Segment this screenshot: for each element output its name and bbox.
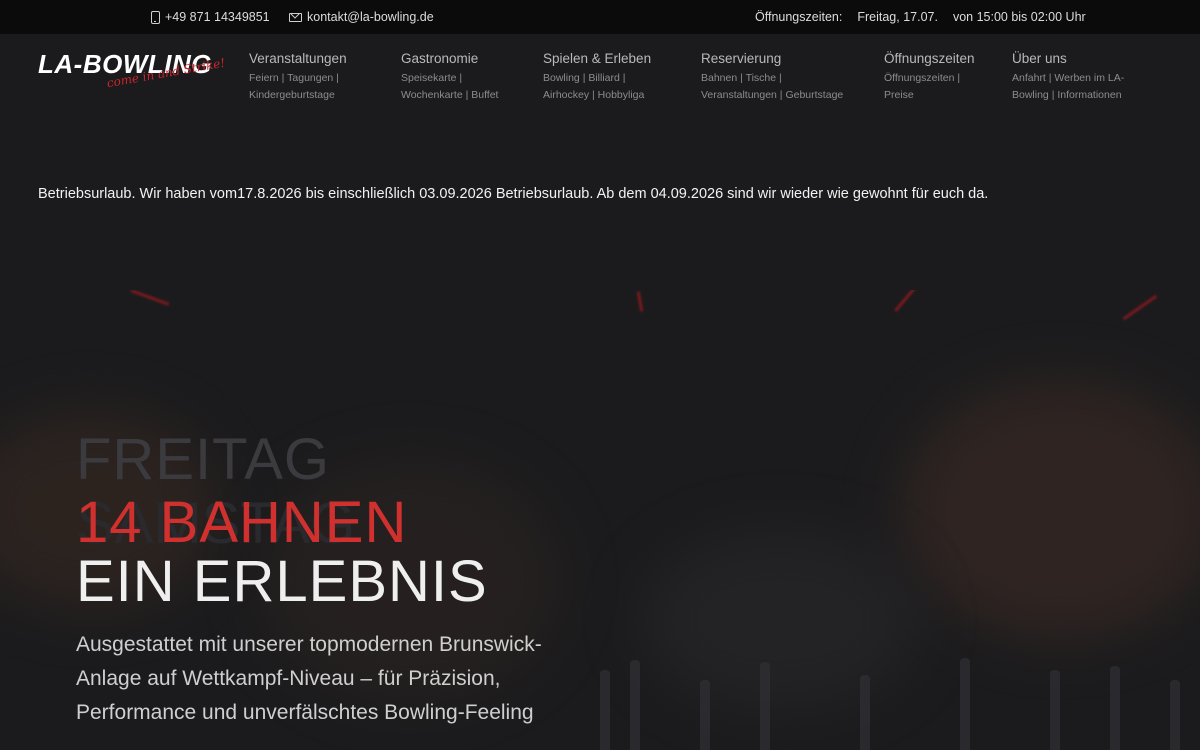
vacation-notice: Betriebsurlaub. Wir haben vom17.8.2026 b… bbox=[38, 186, 989, 202]
hero-ghost-day-1: FREITAG bbox=[76, 427, 331, 492]
main-navigation: Veranstaltungen Feiern | Tagungen | Kind… bbox=[0, 51, 1200, 111]
nav-item-gastronomie[interactable]: Gastronomie Speisekarte | Wochenkarte | … bbox=[401, 51, 501, 104]
nav-sub-links[interactable]: Feiern | Tagungen | Kindergeburtstage bbox=[249, 70, 379, 104]
nav-label[interactable]: Spielen & Erleben bbox=[543, 51, 653, 66]
hours-label: Öffnungszeiten: bbox=[755, 10, 843, 24]
phone-number[interactable]: +49 871 14349851 bbox=[165, 10, 270, 24]
phone-link[interactable]: +49 871 14349851 bbox=[151, 10, 270, 24]
nav-label[interactable]: Veranstaltungen bbox=[249, 51, 379, 66]
opening-hours: Öffnungszeiten: Freitag, 17.07. von 15:0… bbox=[755, 10, 1096, 24]
nav-item-oeffnungszeiten[interactable]: Öffnungszeiten Öffnungszeiten | Preise bbox=[884, 51, 975, 104]
mail-icon bbox=[289, 12, 302, 22]
email-link[interactable]: kontakt@la-bowling.de bbox=[289, 10, 434, 24]
nav-item-ueber-uns[interactable]: Über uns Anfahrt | Werben im LA-Bowling … bbox=[1012, 51, 1132, 104]
hours-time: von 15:00 bis 02:00 Uhr bbox=[952, 10, 1086, 24]
nav-item-spielen-erleben[interactable]: Spielen & Erleben Bowling | Billiard | A… bbox=[543, 51, 653, 104]
nav-sub-links[interactable]: Öffnungszeiten | Preise bbox=[884, 70, 974, 104]
nav-sub-links[interactable]: Anfahrt | Werben im LA-Bowling | Informa… bbox=[1012, 70, 1132, 104]
nav-label[interactable]: Reservierung bbox=[701, 51, 851, 66]
email-address[interactable]: kontakt@la-bowling.de bbox=[307, 10, 434, 24]
top-info-bar: +49 871 14349851 kontakt@la-bowling.de Ö… bbox=[0, 0, 1200, 34]
hero-title-accent: 14 BAHNEN bbox=[76, 490, 408, 555]
nav-label[interactable]: Über uns bbox=[1012, 51, 1132, 66]
hero-description: Ausgestattet mit unserer topmodernen Bru… bbox=[76, 633, 542, 724]
nav-label[interactable]: Öffnungszeiten bbox=[884, 51, 975, 66]
nav-sub-links[interactable]: Speisekarte | Wochenkarte | Buffet bbox=[401, 70, 501, 104]
nav-sub-links[interactable]: Bowling | Billiard | Airhockey | Hobbyli… bbox=[543, 70, 653, 104]
hours-day: Freitag, 17.07. bbox=[857, 10, 938, 24]
phone-icon bbox=[151, 10, 160, 24]
nav-item-reservierung[interactable]: Reservierung Bahnen | Tische | Veranstal… bbox=[701, 51, 851, 104]
nav-item-veranstaltungen[interactable]: Veranstaltungen Feiern | Tagungen | Kind… bbox=[249, 51, 379, 104]
hero-title: EIN ERLEBNIS bbox=[76, 549, 488, 614]
nav-sub-links[interactable]: Bahnen | Tische | Veranstaltungen | Gebu… bbox=[701, 70, 851, 104]
nav-label[interactable]: Gastronomie bbox=[401, 51, 501, 66]
